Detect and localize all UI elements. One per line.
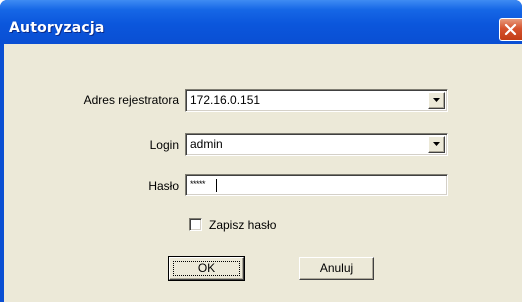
address-combobox[interactable]: 172.16.0.151 — [185, 89, 448, 112]
save-password-checkbox[interactable] — [189, 218, 202, 231]
address-label: Adres rejestratora — [83, 93, 179, 107]
password-label: Hasło — [148, 179, 179, 193]
login-dropdown-button[interactable] — [428, 136, 445, 153]
chevron-down-icon — [433, 98, 440, 102]
close-icon — [504, 23, 517, 36]
password-field[interactable]: ***** — [185, 174, 448, 196]
chevron-down-icon — [433, 142, 440, 146]
text-caret — [216, 179, 217, 192]
close-button[interactable] — [499, 18, 522, 41]
ok-button[interactable]: OK — [168, 256, 245, 281]
dialog-body: Adres rejestratora 172.16.0.151 Login ad… — [4, 44, 522, 302]
address-dropdown-button[interactable] — [428, 92, 445, 109]
ok-button-label: OK — [197, 261, 216, 275]
cancel-button[interactable]: Anuluj — [299, 257, 374, 280]
login-combobox[interactable]: admin — [185, 133, 448, 156]
address-value: 172.16.0.151 — [190, 93, 261, 107]
authorization-dialog: Autoryzacja Adres rejestratora 172.16.0.… — [0, 0, 522, 302]
login-label: Login — [149, 138, 179, 152]
window-title: Autoryzacja — [9, 20, 105, 36]
cancel-button-label: Anuluj — [319, 261, 354, 275]
title-bar: Autoryzacja — [0, 0, 522, 44]
save-password-label[interactable]: Zapisz hasło — [209, 218, 276, 232]
password-value: ***** — [190, 179, 206, 189]
login-value: admin — [190, 137, 223, 151]
